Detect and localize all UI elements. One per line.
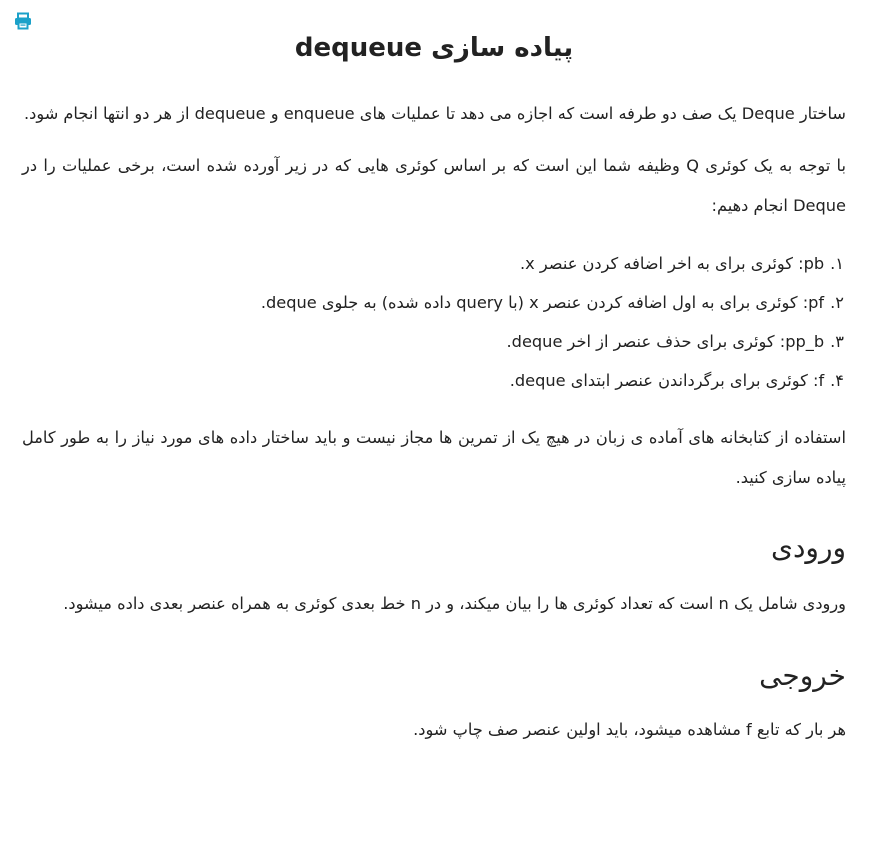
list-item-number: ۱. xyxy=(830,254,844,273)
library-paragraph: استفاده از کتابخانه های آماده ی زبان در … xyxy=(22,428,846,487)
list-item: ۳. pp_b: کوئری برای حذف عنصر از اخر deque… xyxy=(22,322,846,361)
list-item-text: pp_b: کوئری برای حذف عنصر از اخر deque. xyxy=(506,332,825,351)
intro-paragraph: ساختار Deque یک صف دو طرفه است که اجازه … xyxy=(23,104,846,123)
output-paragraph: هر بار که تابع f مشاهده میشود، باید اولی… xyxy=(413,720,846,739)
list-item: ۲. pf: کوئری برای به اول اضافه کردن عنصر … xyxy=(22,283,846,322)
list-item-text: pb: کوئری برای به اخر اضافه کردن عنصر x. xyxy=(519,254,825,273)
list-item: ۱. pb: کوئری برای به اخر اضافه کردن عنصر … xyxy=(22,244,846,283)
list-item-text: f: کوئری برای برگرداندن عنصر ابتدای dequ… xyxy=(509,371,825,390)
list-item-text: pf: کوئری برای به اول اضافه کردن عنصر x … xyxy=(260,293,825,312)
list-item: ۴. f: کوئری برای برگرداندن عنصر ابتدای de… xyxy=(22,361,846,400)
page-title: پیاده سازی dequeue xyxy=(294,33,574,63)
printer-icon xyxy=(15,12,31,30)
input-paragraph: ورودی شامل یک n است که تعداد کوئری ها را… xyxy=(63,594,846,613)
print-button[interactable] xyxy=(14,12,32,30)
task-paragraph: با توجه به یک کوئری Q وظیفه شما این است … xyxy=(22,156,846,215)
problem-statement: پیاده سازی dequeue ساختار Deque یک صف دو… xyxy=(0,0,870,750)
list-item-number: ۲. xyxy=(830,293,844,312)
operations-list: ۱. pb: کوئری برای به اخر اضافه کردن عنصر … xyxy=(22,244,846,400)
list-item-number: ۴. xyxy=(830,371,844,390)
input-heading: ورودی xyxy=(771,531,846,564)
output-heading: خروجی xyxy=(759,659,846,692)
list-item-number: ۳. xyxy=(830,332,844,351)
